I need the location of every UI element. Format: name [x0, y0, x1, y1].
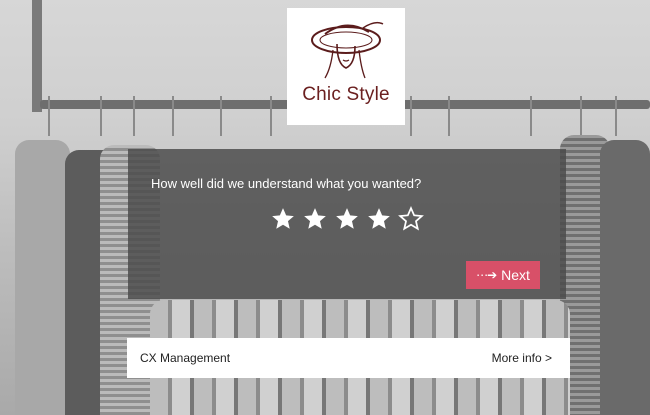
hanger [270, 96, 272, 136]
star-empty-icon[interactable] [398, 206, 424, 232]
star-rating[interactable] [270, 206, 424, 232]
footer-bar: CX Management More info > [127, 338, 570, 378]
background-photo: Chic Style How well did we understand wh… [0, 0, 650, 415]
garment [600, 140, 650, 415]
hanger [580, 96, 582, 136]
survey-question: How well did we understand what you want… [151, 176, 422, 191]
next-button-label: Next [501, 267, 530, 283]
star-filled-icon[interactable] [366, 206, 392, 232]
rack-post [32, 0, 42, 112]
survey-card: How well did we understand what you want… [128, 149, 566, 299]
brand-name: Chic Style [302, 84, 390, 105]
hanger [448, 96, 450, 136]
star-filled-icon[interactable] [334, 206, 360, 232]
hanger [530, 96, 532, 136]
hanger [48, 96, 50, 136]
hanger [133, 96, 135, 136]
hanger [100, 96, 102, 136]
hanger [615, 96, 617, 136]
hanger [410, 96, 412, 136]
dotted-arrow-icon: ⋯➔ [476, 268, 497, 282]
woman-hat-icon [311, 21, 384, 79]
star-filled-icon[interactable] [270, 206, 296, 232]
more-info-link[interactable]: More info > [492, 351, 552, 365]
hanger [220, 96, 222, 136]
hanger [172, 96, 174, 136]
next-button[interactable]: ⋯➔ Next [466, 261, 540, 289]
brand-logo: Chic Style [287, 8, 405, 125]
star-filled-icon[interactable] [302, 206, 328, 232]
garment [15, 140, 70, 415]
footer-brand: CX Management [140, 351, 231, 365]
